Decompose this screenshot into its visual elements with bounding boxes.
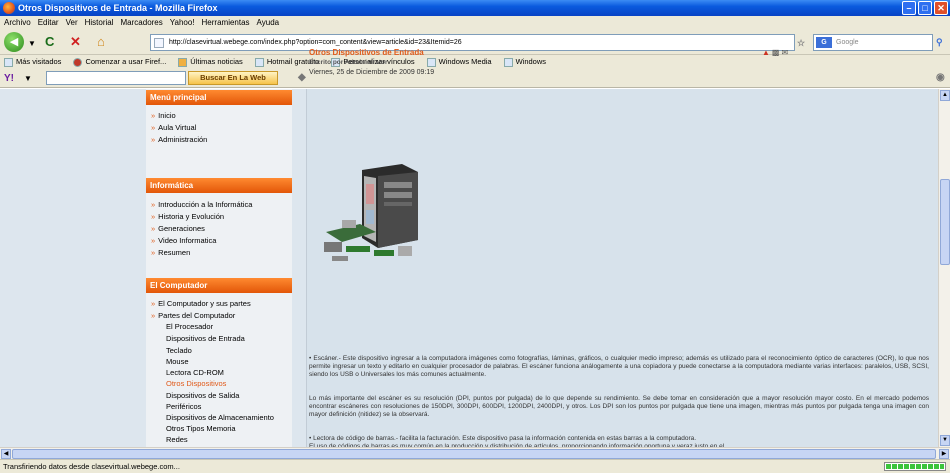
sidebar-item-historia[interactable]: » Historia y Evolución: [151, 212, 224, 221]
close-window-button[interactable]: ✕: [934, 1, 948, 15]
search-placeholder: Google: [836, 39, 859, 46]
google-engine-icon[interactable]: G: [816, 37, 832, 48]
article-paragraph: • Lectora de código de barras.- facilita…: [309, 435, 697, 442]
yahoo-search-input[interactable]: [46, 71, 186, 85]
page-icon: [254, 57, 264, 67]
article-author: Escrito por Administrator: [309, 59, 388, 66]
bookmark-icon: [4, 57, 13, 67]
window-title-bar: Otros Dispositivos de Entrada - Mozilla …: [0, 0, 950, 16]
sidebar-subitem-perifericos[interactable]: Periféricos: [166, 402, 201, 411]
yahoo-toolbar-icon[interactable]: ◆: [298, 71, 306, 85]
sidebar-subitem-almacenamiento[interactable]: Dispositivos de Almacenamiento: [166, 413, 274, 422]
sidebar-item-computador-partes[interactable]: » El Computador y sus partes: [151, 299, 251, 308]
status-bar: Transfiriendo datos desde clasevirtual.w…: [0, 459, 950, 473]
address-bar[interactable]: http://clasevirtual.webege.com/index.php…: [150, 34, 795, 51]
sidebar-item-resumen[interactable]: » Resumen: [151, 248, 190, 257]
toolbar-options-icon[interactable]: ◉: [936, 71, 945, 85]
sidebar-subitem-redes[interactable]: Redes: [166, 435, 188, 444]
article-area: [306, 89, 938, 447]
yahoo-logo[interactable]: Y!: [4, 73, 14, 84]
vertical-scroll-thumb[interactable]: [940, 179, 950, 265]
sidebar-item-aula-virtual[interactable]: » Aula Virtual: [151, 123, 196, 132]
home-icon[interactable]: ⌂: [97, 35, 105, 49]
bookmark-mas-visitados[interactable]: Más visitados: [4, 55, 61, 69]
sidebar-subitem-dispositivos-entrada[interactable]: Dispositivos de Entrada: [166, 334, 245, 343]
sidebar-subitem-mouse[interactable]: Mouse: [166, 357, 189, 366]
menu-historial[interactable]: Historial: [85, 16, 114, 29]
page-icon: [426, 57, 436, 67]
sidebar-item-video[interactable]: » Video Informatica: [151, 236, 216, 245]
maximize-button[interactable]: □: [918, 1, 932, 15]
pdf-icon[interactable]: ▲: [762, 48, 772, 57]
navigation-toolbar: ◀ ▼ C ✕ ⌂ http://clasevirtual.webege.com…: [0, 29, 950, 55]
horizontal-scroll-thumb[interactable]: [12, 449, 936, 459]
article-paragraph: • Escáner.- Este dispositivo ingresar a …: [309, 355, 929, 378]
menu-yahoo[interactable]: Yahoo!: [170, 16, 195, 29]
bookmarks-toolbar: Más visitados Comenzar a usar Firef... Ú…: [0, 55, 950, 69]
article-date: Viernes, 25 de Diciembre de 2009 09:19: [309, 69, 435, 76]
rss-icon: [178, 57, 188, 67]
reload-icon[interactable]: C: [45, 35, 54, 49]
history-dropdown-icon[interactable]: ▼: [28, 37, 36, 51]
stop-icon[interactable]: ✕: [70, 35, 81, 49]
menu-marcadores[interactable]: Marcadores: [121, 16, 163, 29]
scroll-down-icon[interactable]: ▼: [940, 435, 950, 446]
sidebar-item-introduccion[interactable]: » Introducción a la Informática: [151, 200, 252, 209]
yahoo-search-button[interactable]: Buscar En La Web: [188, 71, 278, 85]
bookmark-star-icon[interactable]: ☆: [797, 36, 805, 50]
sidebar-subitem-otros-dispositivos[interactable]: Otros Dispositivos: [166, 379, 226, 388]
computer-parts-image: [324, 164, 418, 261]
sidebar-subitem-lectora[interactable]: Lectora CD-ROM: [166, 368, 224, 377]
status-text: Transfiriendo datos desde clasevirtual.w…: [3, 462, 180, 471]
search-go-icon[interactable]: ⚲: [936, 35, 943, 49]
yahoo-dropdown-icon[interactable]: ▼: [24, 72, 32, 86]
menu-editar[interactable]: Editar: [38, 16, 59, 29]
article-actions: ▲▩✉: [762, 48, 790, 57]
horizontal-scrollbar[interactable]: ◀ ▶: [0, 447, 950, 459]
article-title[interactable]: Otros Dispositivos de Entrada: [309, 48, 424, 57]
scroll-up-icon[interactable]: ▲: [940, 90, 950, 101]
article-paragraph: Lo más importante del escáner es su reso…: [309, 395, 929, 418]
back-button[interactable]: ◀: [4, 32, 24, 52]
firefox-bookmark-icon: [73, 57, 83, 67]
bookmark-windows-media[interactable]: Windows Media: [426, 55, 492, 69]
menu-ver[interactable]: Ver: [66, 16, 78, 29]
panel-title-menu-principal: Menú principal: [146, 90, 292, 105]
menu-ayuda[interactable]: Ayuda: [257, 16, 280, 29]
search-input[interactable]: G Google: [813, 34, 933, 51]
firefox-logo-icon: [3, 2, 15, 14]
vertical-scrollbar[interactable]: ▲ ▼: [938, 89, 950, 447]
bookmark-ultimas-noticias[interactable]: Últimas noticias: [178, 55, 243, 69]
yahoo-toolbar: Y! ▼ Buscar En La Web ◆ ◉: [0, 69, 950, 88]
sidebar-item-partes-computador[interactable]: » Partes del Computador: [151, 311, 235, 320]
panel-title-informatica: Informática: [146, 178, 292, 193]
menu-archivo[interactable]: Archivo: [4, 16, 31, 29]
menu-herramientas[interactable]: Herramientas: [202, 16, 250, 29]
sidebar-item-generaciones[interactable]: » Generaciones: [151, 224, 205, 233]
bookmark-comenzar[interactable]: Comenzar a usar Firef...: [73, 55, 166, 69]
bookmark-windows[interactable]: Windows: [503, 55, 546, 69]
scroll-right-icon[interactable]: ▶: [939, 449, 949, 459]
window-title: Otros Dispositivos de Entrada - Mozilla …: [18, 3, 218, 13]
url-text: http://clasevirtual.webege.com/index.php…: [169, 39, 462, 46]
sidebar-subitem-otros-memoria[interactable]: Otros Tipos Memoria: [166, 424, 236, 433]
sidebar-subitem-teclado[interactable]: Teclado: [166, 346, 192, 355]
panel-title-el-computador: El Computador: [146, 278, 292, 293]
minimize-button[interactable]: –: [902, 1, 916, 15]
sidebar-item-administracion[interactable]: » Administración: [151, 135, 207, 144]
loading-progress-bar: [884, 462, 946, 471]
page-icon: [154, 38, 164, 48]
email-icon[interactable]: ✉: [781, 48, 790, 57]
sidebar-subitem-procesador[interactable]: El Procesador: [166, 322, 213, 331]
scroll-left-icon[interactable]: ◀: [1, 449, 11, 459]
sidebar-item-inicio[interactable]: » Inicio: [151, 111, 176, 120]
page-icon: [503, 57, 513, 67]
menu-bar: Archivo Editar Ver Historial Marcadores …: [0, 16, 950, 29]
page-content: [0, 89, 938, 447]
sidebar-subitem-dispositivos-salida[interactable]: Dispositivos de Salida: [166, 391, 239, 400]
